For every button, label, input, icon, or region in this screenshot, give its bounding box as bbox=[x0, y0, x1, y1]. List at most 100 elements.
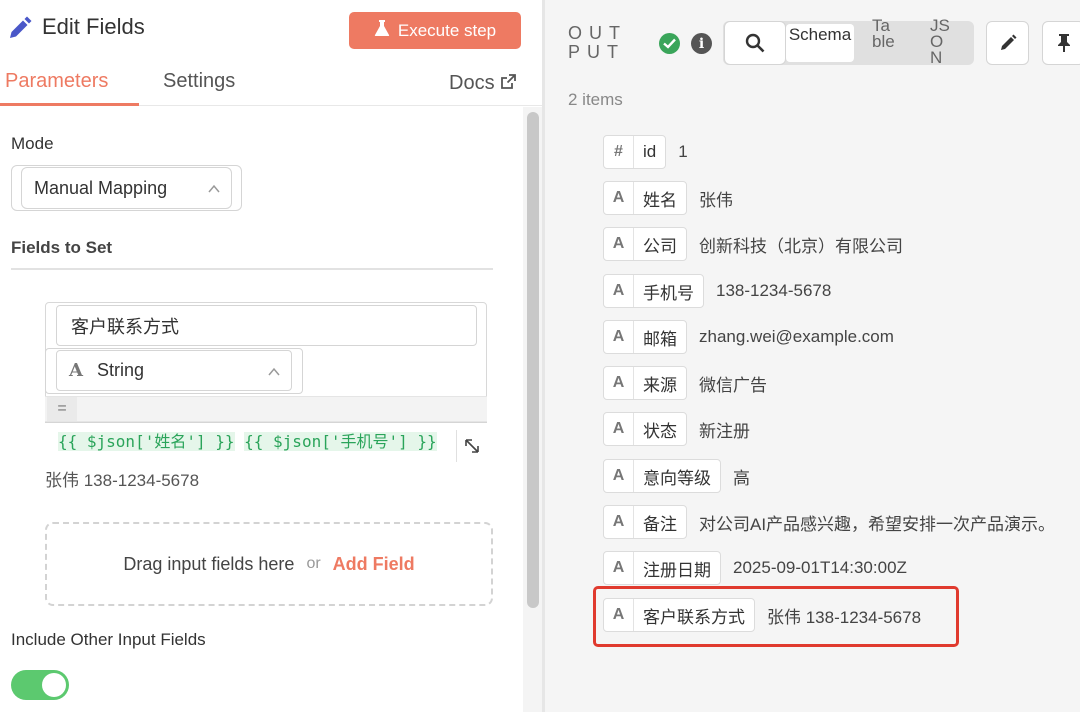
external-link-icon bbox=[500, 72, 516, 95]
drop-zone-text: Drag input fields here bbox=[123, 553, 295, 574]
tab-parameters[interactable]: Parameters bbox=[5, 70, 108, 93]
schema-key: 邮箱 bbox=[643, 329, 677, 349]
expression-part: {{ $json['手机号'] }} bbox=[244, 432, 437, 451]
docs-label: Docs bbox=[449, 72, 495, 94]
string-type-icon: A bbox=[604, 413, 634, 445]
schema-key-pill[interactable]: A 备注 bbox=[603, 505, 687, 539]
schema-row: A 公司 创新科技（北京）有限公司 bbox=[603, 227, 903, 261]
schema-key-pill[interactable]: A 姓名 bbox=[603, 181, 687, 215]
string-type-icon: A bbox=[604, 367, 634, 399]
schema-key-pill[interactable]: A 注册日期 bbox=[603, 551, 721, 585]
mode-label: Mode bbox=[11, 134, 54, 153]
schema-key-pill[interactable]: A 邮箱 bbox=[603, 320, 687, 354]
view-schema-tab[interactable]: Schema bbox=[786, 24, 854, 62]
edit-output-button[interactable] bbox=[986, 21, 1029, 65]
field-name-input[interactable]: 客户联系方式 bbox=[56, 305, 477, 346]
mode-value: Manual Mapping bbox=[34, 177, 168, 198]
field-drop-zone[interactable]: Drag input fields here or Add Field bbox=[45, 522, 493, 606]
string-type-icon: A bbox=[604, 321, 634, 353]
string-type-icon: A bbox=[604, 182, 634, 214]
schema-value: 张伟 bbox=[699, 190, 733, 210]
pencil-icon bbox=[6, 16, 32, 42]
expression-preview: 张伟 138-1234-5678 bbox=[45, 471, 200, 490]
schema-row: A 注册日期 2025-09-01T14:30:00Z bbox=[603, 551, 907, 585]
schema-key: 状态 bbox=[643, 421, 677, 441]
string-type-icon: A bbox=[69, 360, 83, 381]
string-type-icon: A bbox=[604, 228, 634, 260]
expand-expression-button[interactable] bbox=[456, 430, 486, 462]
field-type-select[interactable]: A String bbox=[56, 350, 292, 391]
pin-icon bbox=[1057, 34, 1070, 52]
expression-part: {{ $json['姓名'] }} bbox=[58, 432, 235, 451]
pin-data-button[interactable] bbox=[1042, 21, 1080, 65]
check-circle-icon bbox=[659, 33, 680, 54]
schema-row: A 手机号 138-1234-5678 bbox=[603, 274, 831, 308]
schema-key-pill[interactable]: A 意向等级 bbox=[603, 459, 721, 493]
schema-row: A 意向等级 高 bbox=[603, 459, 750, 493]
search-icon bbox=[745, 33, 765, 53]
chevron-up-icon bbox=[268, 367, 280, 376]
drop-zone-or: or bbox=[306, 555, 321, 572]
schema-value: 138-1234-5678 bbox=[716, 281, 832, 300]
section-divider bbox=[11, 268, 493, 270]
expression-input[interactable]: {{ $json['姓名'] }} {{ $json['手机号'] }} bbox=[58, 430, 456, 454]
schema-value: zhang.wei@example.com bbox=[699, 327, 894, 346]
field-type-value: String bbox=[97, 360, 145, 380]
active-tab-indicator bbox=[0, 103, 139, 106]
schema-key-pill[interactable]: A 公司 bbox=[603, 227, 687, 261]
schema-key: id bbox=[643, 142, 657, 161]
schema-key: 公司 bbox=[643, 236, 677, 256]
schema-key: 来源 bbox=[643, 375, 677, 395]
schema-key-pill[interactable]: A 状态 bbox=[603, 412, 687, 446]
search-button[interactable] bbox=[724, 21, 786, 65]
schema-key: 备注 bbox=[643, 514, 677, 534]
view-table-tab[interactable]: Table bbox=[872, 18, 896, 66]
schema-value: 微信广告 bbox=[699, 375, 767, 395]
schema-key-pill[interactable]: A 手机号 bbox=[603, 274, 704, 308]
schema-row: A 备注 对公司AI产品感兴趣，希望安排一次产品演示。 bbox=[603, 505, 1055, 539]
toggle-knob bbox=[42, 673, 66, 697]
schema-row: A 邮箱 zhang.wei@example.com bbox=[603, 320, 894, 354]
include-other-fields-toggle[interactable] bbox=[11, 670, 69, 700]
string-type-icon: A bbox=[604, 506, 634, 538]
mode-select[interactable]: Manual Mapping bbox=[21, 167, 232, 209]
view-json-tab[interactable]: JSON bbox=[930, 18, 950, 66]
items-count: 2 items bbox=[568, 90, 623, 109]
schema-value: 创新科技（北京）有限公司 bbox=[699, 236, 903, 256]
info-icon[interactable]: i bbox=[691, 33, 712, 54]
schema-key: 手机号 bbox=[643, 283, 694, 303]
schema-key: 注册日期 bbox=[643, 560, 711, 580]
schema-value: 对公司AI产品感兴趣，希望安排一次产品演示。 bbox=[699, 514, 1056, 534]
execute-step-button[interactable]: Execute step bbox=[349, 12, 521, 49]
equals-strip bbox=[45, 396, 487, 422]
highlight-annotation bbox=[593, 586, 959, 647]
schema-key: 姓名 bbox=[643, 190, 677, 210]
schema-value: 1 bbox=[678, 142, 688, 161]
output-title: OUTPUT bbox=[568, 23, 627, 62]
flask-icon bbox=[374, 19, 390, 42]
string-type-icon: A bbox=[604, 460, 634, 492]
scrollbar-thumb[interactable] bbox=[527, 112, 539, 608]
schema-key-pill[interactable]: A 来源 bbox=[603, 366, 687, 400]
schema-value: 2025-09-01T14:30:00Z bbox=[733, 558, 907, 577]
schema-row: A 姓名 张伟 bbox=[603, 181, 733, 215]
string-type-icon: A bbox=[604, 552, 634, 584]
add-field-button[interactable]: Add Field bbox=[333, 554, 415, 575]
pencil-icon bbox=[1000, 34, 1016, 50]
schema-row: A 来源 微信广告 bbox=[603, 366, 767, 400]
execute-step-label: Execute step bbox=[397, 20, 497, 40]
number-type-icon: # bbox=[604, 136, 634, 168]
schema-row: A 状态 新注册 bbox=[603, 412, 750, 446]
string-type-icon: A bbox=[604, 275, 634, 307]
chevron-up-icon bbox=[208, 184, 220, 193]
schema-key: 意向等级 bbox=[643, 468, 711, 488]
include-other-fields-label: Include Other Input Fields bbox=[11, 630, 206, 649]
panel-title: Edit Fields bbox=[42, 14, 145, 39]
schema-row: # id 1 bbox=[603, 135, 688, 169]
docs-link[interactable]: Docs bbox=[449, 72, 516, 95]
fields-to-set-heading: Fields to Set bbox=[11, 238, 113, 257]
schema-key-pill[interactable]: # id bbox=[603, 135, 667, 169]
schema-value: 新注册 bbox=[699, 421, 750, 441]
tab-settings[interactable]: Settings bbox=[163, 70, 235, 93]
equals-sign: = bbox=[47, 397, 77, 421]
